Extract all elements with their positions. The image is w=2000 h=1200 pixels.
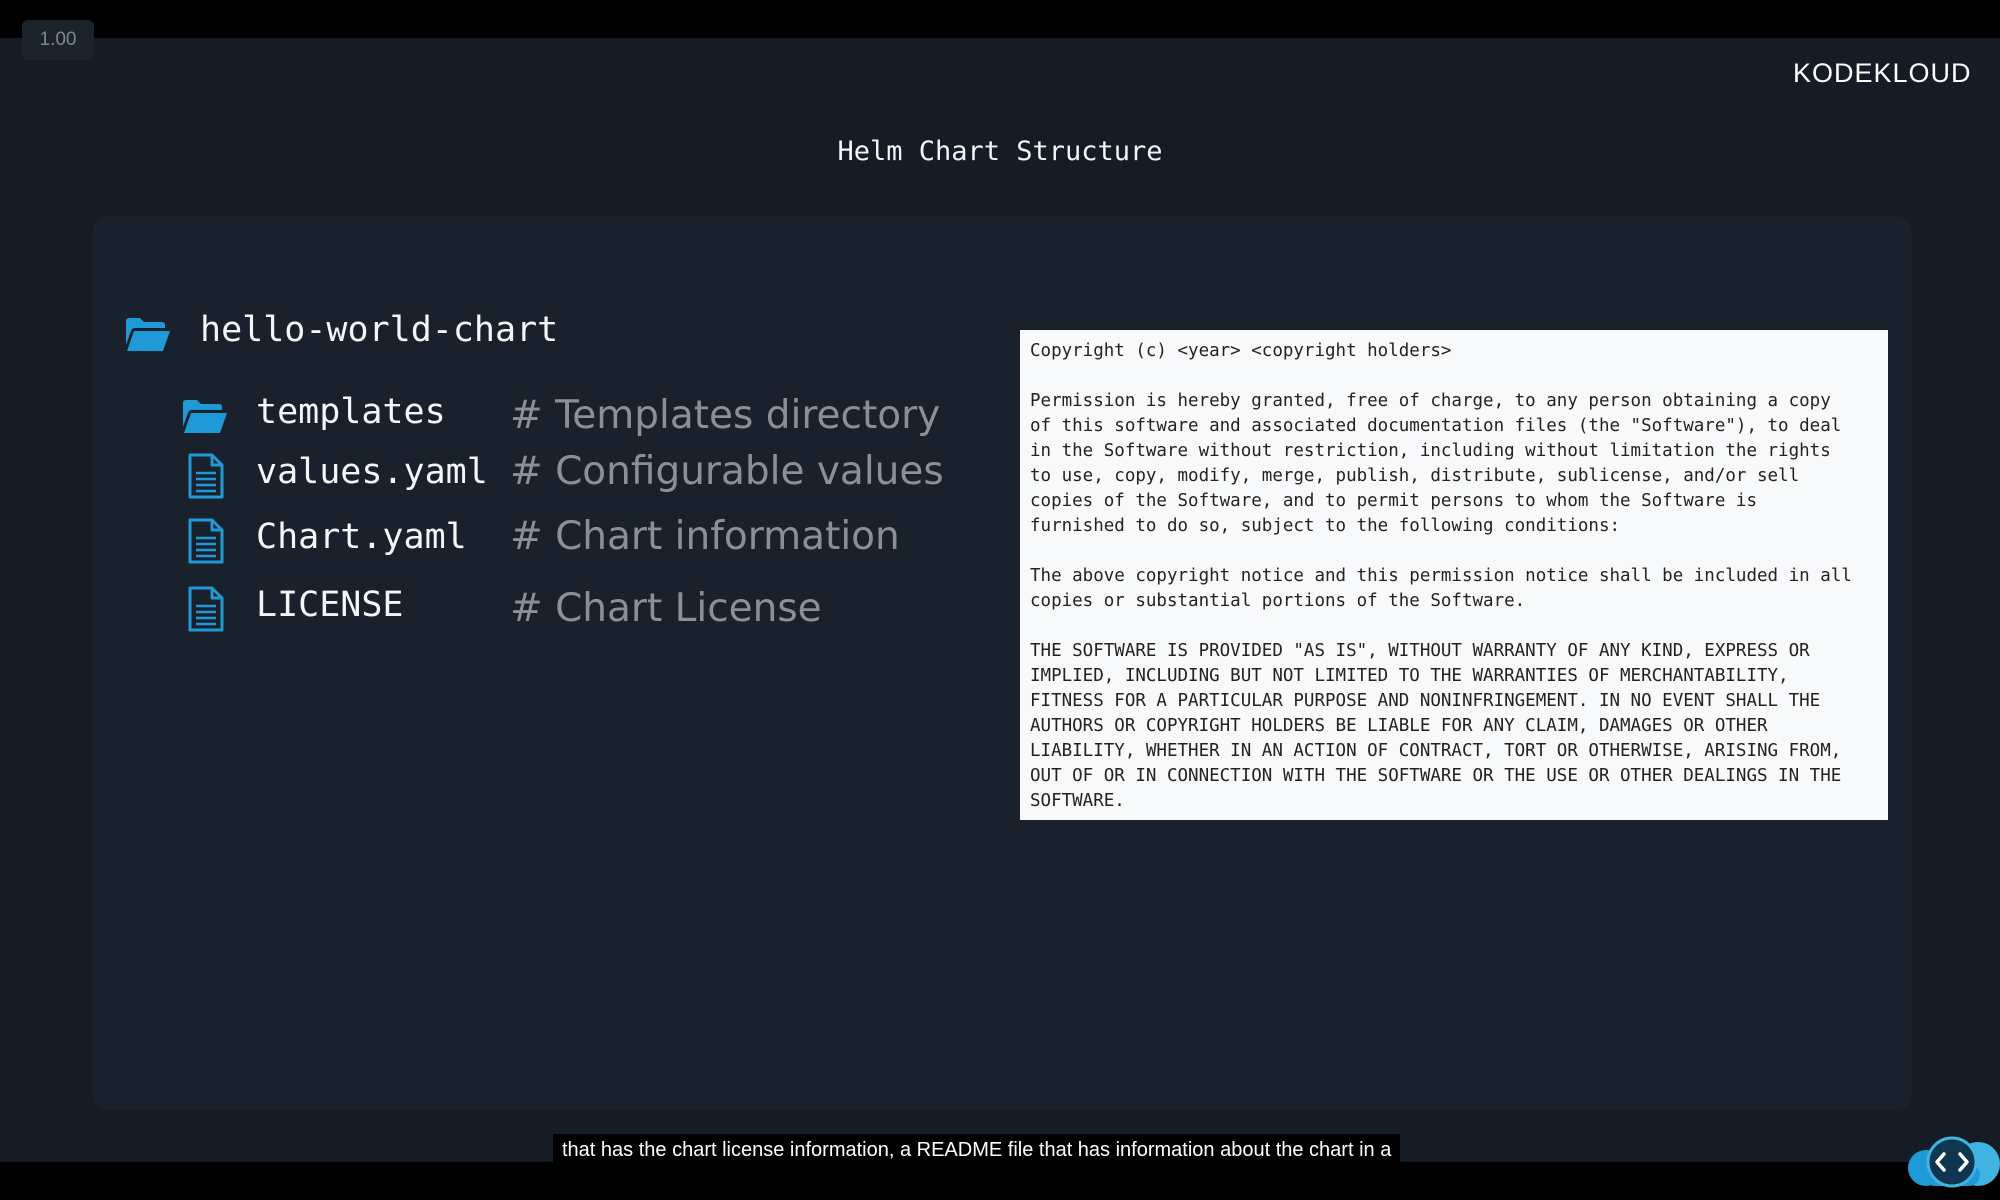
code-cloud-icon[interactable]	[1904, 1128, 2000, 1192]
video-top-bar	[0, 0, 2000, 38]
svg-text:KODEKLOUD: KODEKLOUD	[1793, 58, 1972, 88]
folder-open-icon	[183, 400, 227, 433]
root-folder-name: hello-world-chart	[200, 310, 559, 350]
license-paragraph: THE SOFTWARE IS PROVIDED "AS IS", WITHOU…	[1030, 641, 1842, 811]
comment-chart-yaml: # Chart information	[510, 514, 900, 559]
file-name-templates: templates	[256, 392, 446, 432]
playback-speed-indicator[interactable]: 1.00	[22, 20, 94, 60]
file-name-values-yaml: values.yaml	[256, 452, 488, 492]
document-icon	[188, 518, 224, 564]
folder-open-icon	[126, 318, 170, 351]
license-paragraph: Permission is hereby granted, free of ch…	[1030, 391, 1842, 536]
license-text-box: Copyright (c) <year> <copyright holders>…	[1020, 330, 1888, 820]
license-paragraph: The above copyright notice and this perm…	[1030, 566, 1852, 611]
subtitle-caption: that has the chart license information, …	[553, 1134, 1401, 1166]
comment-license: # Chart License	[510, 586, 822, 631]
file-name-chart-yaml: Chart.yaml	[256, 517, 467, 557]
kodekloud-logo: KODEKLOUD	[1793, 58, 1972, 88]
slide-title: Helm Chart Structure	[837, 136, 1163, 167]
document-icon	[188, 453, 224, 499]
document-icon	[188, 586, 224, 632]
file-name-license: LICENSE	[256, 585, 404, 625]
video-bottom-bar	[0, 1162, 2000, 1200]
comment-templates: # Templates directory	[510, 393, 941, 438]
comment-values-yaml: # Configurable values	[510, 449, 944, 494]
license-paragraph: Copyright (c) <year> <copyright holders>	[1030, 341, 1452, 361]
